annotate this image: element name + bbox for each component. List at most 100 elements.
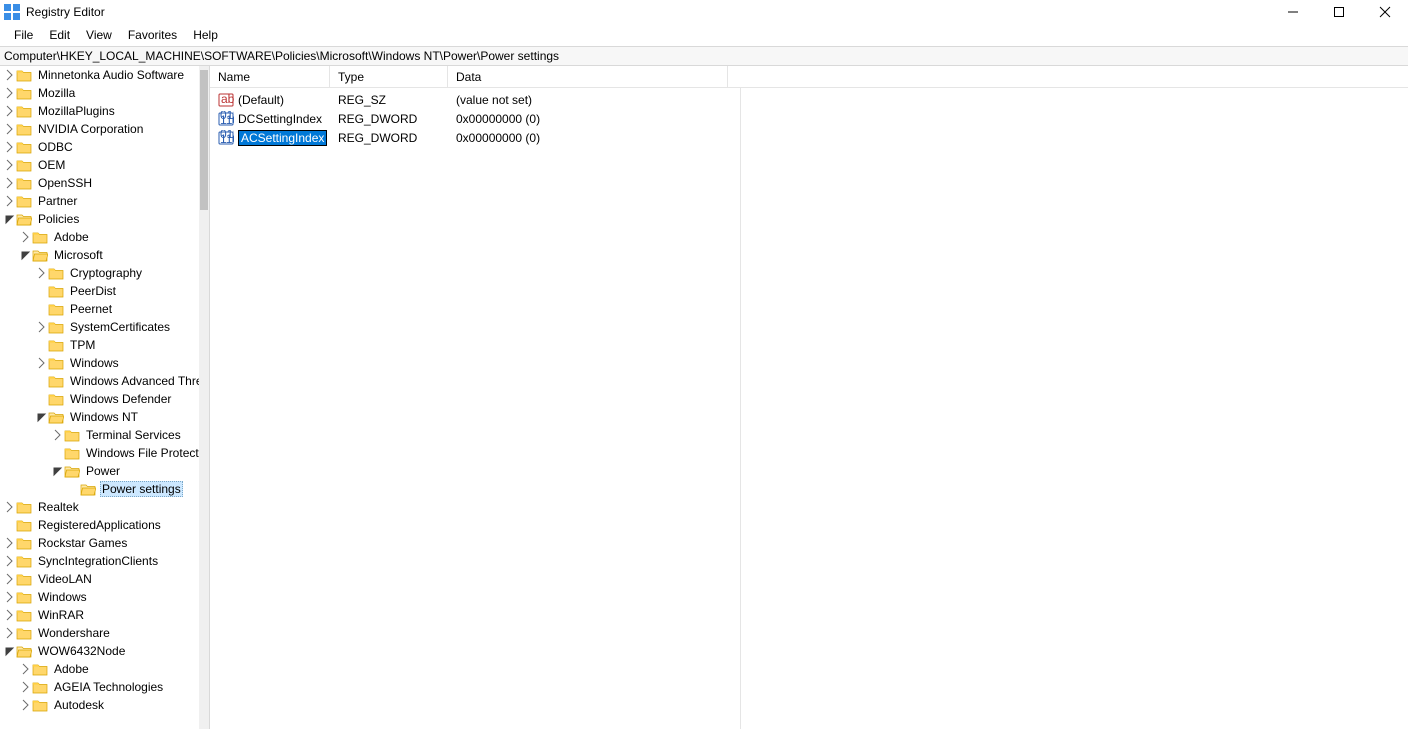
- col-header-type[interactable]: Type: [330, 66, 448, 87]
- tree-item[interactable]: Windows NT: [0, 408, 200, 426]
- tree-item[interactable]: VideoLAN: [0, 570, 200, 588]
- menu-file[interactable]: File: [6, 26, 41, 44]
- tree-item[interactable]: Microsoft: [0, 246, 200, 264]
- tree-scrollbar-thumb[interactable]: [200, 70, 208, 210]
- menu-edit[interactable]: Edit: [41, 26, 78, 44]
- tree-item[interactable]: Partner: [0, 192, 200, 210]
- value-row[interactable]: ACSettingIndexREG_DWORD0x00000000 (0): [210, 128, 1408, 147]
- addressbar[interactable]: Computer\HKEY_LOCAL_MACHINE\SOFTWARE\Pol…: [0, 46, 1408, 66]
- tree-item[interactable]: Peernet: [0, 300, 200, 318]
- tree-item[interactable]: Terminal Services: [0, 426, 200, 444]
- tree-item[interactable]: SystemCertificates: [0, 318, 200, 336]
- tree-item[interactable]: Windows: [0, 588, 200, 606]
- chevron-right-icon[interactable]: [2, 500, 16, 514]
- chevron-right-icon[interactable]: [2, 158, 16, 172]
- chevron-down-icon[interactable]: [50, 464, 64, 478]
- tree-item[interactable]: Power: [0, 462, 200, 480]
- tree-item[interactable]: Windows Advanced Threat: [0, 372, 200, 390]
- chevron-right-icon[interactable]: [34, 266, 48, 280]
- tree-item[interactable]: Policies: [0, 210, 200, 228]
- menu-view[interactable]: View: [78, 26, 120, 44]
- tree-item[interactable]: Adobe: [0, 228, 200, 246]
- tree-item[interactable]: NVIDIA Corporation: [0, 120, 200, 138]
- tree-item-label: WinRAR: [36, 608, 86, 622]
- tree-item[interactable]: MozillaPlugins: [0, 102, 200, 120]
- folder-icon: [16, 554, 32, 568]
- tree-item[interactable]: Rockstar Games: [0, 534, 200, 552]
- tree-item-label: RegisteredApplications: [36, 518, 163, 532]
- tree-item[interactable]: OpenSSH: [0, 174, 200, 192]
- tree-item-label: Windows Defender: [68, 392, 173, 406]
- tree-item-label: PeerDist: [68, 284, 118, 298]
- chevron-right-icon[interactable]: [18, 680, 32, 694]
- tree-item[interactable]: PeerDist: [0, 282, 200, 300]
- tree-item[interactable]: AGEIA Technologies: [0, 678, 200, 696]
- tree-item-label: TPM: [68, 338, 97, 352]
- tree-item-label: Windows File Protection: [84, 446, 200, 460]
- minimize-button[interactable]: [1270, 0, 1316, 24]
- col-header-data[interactable]: Data: [448, 66, 728, 87]
- chevron-right-icon[interactable]: [2, 608, 16, 622]
- chevron-right-icon[interactable]: [18, 230, 32, 244]
- chevron-right-icon[interactable]: [2, 140, 16, 154]
- folder-icon: [48, 320, 64, 334]
- tree-item[interactable]: Cryptography: [0, 264, 200, 282]
- tree-item[interactable]: Autodesk: [0, 696, 200, 714]
- tree-item[interactable]: Windows File Protection: [0, 444, 200, 462]
- tree-item[interactable]: Power settings: [0, 480, 200, 498]
- chevron-right-icon[interactable]: [2, 86, 16, 100]
- folder-open-icon: [16, 212, 32, 226]
- tree-item[interactable]: Mozilla: [0, 84, 200, 102]
- tree-item-label: Wondershare: [36, 626, 112, 640]
- folder-icon: [16, 536, 32, 550]
- folder-icon: [16, 572, 32, 586]
- chevron-right-icon[interactable]: [2, 590, 16, 604]
- tree-item[interactable]: SyncIntegrationClients: [0, 552, 200, 570]
- tree-item[interactable]: ODBC: [0, 138, 200, 156]
- menu-help[interactable]: Help: [185, 26, 226, 44]
- tree-item[interactable]: Windows: [0, 354, 200, 372]
- chevron-right-icon[interactable]: [2, 572, 16, 586]
- tree-item-label: AGEIA Technologies: [52, 680, 165, 694]
- tree-item[interactable]: Adobe: [0, 660, 200, 678]
- tree-item[interactable]: Minnetonka Audio Software: [0, 66, 200, 84]
- chevron-down-icon[interactable]: [34, 410, 48, 424]
- tree-scrollbar[interactable]: [199, 66, 209, 729]
- tree-item[interactable]: Windows Defender: [0, 390, 200, 408]
- maximize-button[interactable]: [1316, 0, 1362, 24]
- folder-open-icon: [64, 464, 80, 478]
- chevron-right-icon[interactable]: [18, 698, 32, 712]
- tree-item[interactable]: Realtek: [0, 498, 200, 516]
- tree-item-label: MozillaPlugins: [36, 104, 117, 118]
- chevron-down-icon[interactable]: [18, 248, 32, 262]
- tree-item-label: Mozilla: [36, 86, 77, 100]
- tree-item[interactable]: WOW6432Node: [0, 642, 200, 660]
- menu-favorites[interactable]: Favorites: [120, 26, 185, 44]
- tree-item[interactable]: WinRAR: [0, 606, 200, 624]
- chevron-right-icon[interactable]: [2, 104, 16, 118]
- chevron-right-icon[interactable]: [34, 320, 48, 334]
- chevron-right-icon[interactable]: [2, 536, 16, 550]
- chevron-right-icon[interactable]: [50, 428, 64, 442]
- value-name[interactable]: ACSettingIndex: [238, 130, 327, 146]
- tree-item[interactable]: Wondershare: [0, 624, 200, 642]
- value-row[interactable]: DCSettingIndexREG_DWORD0x00000000 (0): [210, 109, 1408, 128]
- tree-item[interactable]: TPM: [0, 336, 200, 354]
- chevron-down-icon[interactable]: [2, 644, 16, 658]
- chevron-right-icon[interactable]: [2, 68, 16, 82]
- chevron-right-icon[interactable]: [34, 356, 48, 370]
- tree-item-label: Adobe: [52, 662, 91, 676]
- close-button[interactable]: [1362, 0, 1408, 24]
- chevron-down-icon[interactable]: [2, 212, 16, 226]
- chevron-right-icon[interactable]: [2, 554, 16, 568]
- tree-item-label: Rockstar Games: [36, 536, 129, 550]
- tree-item[interactable]: RegisteredApplications: [0, 516, 200, 534]
- col-header-name[interactable]: Name: [210, 66, 330, 87]
- tree-item[interactable]: OEM: [0, 156, 200, 174]
- value-row[interactable]: (Default)REG_SZ(value not set): [210, 90, 1408, 109]
- chevron-right-icon[interactable]: [18, 662, 32, 676]
- chevron-right-icon[interactable]: [2, 176, 16, 190]
- chevron-right-icon[interactable]: [2, 122, 16, 136]
- chevron-right-icon[interactable]: [2, 626, 16, 640]
- chevron-right-icon[interactable]: [2, 194, 16, 208]
